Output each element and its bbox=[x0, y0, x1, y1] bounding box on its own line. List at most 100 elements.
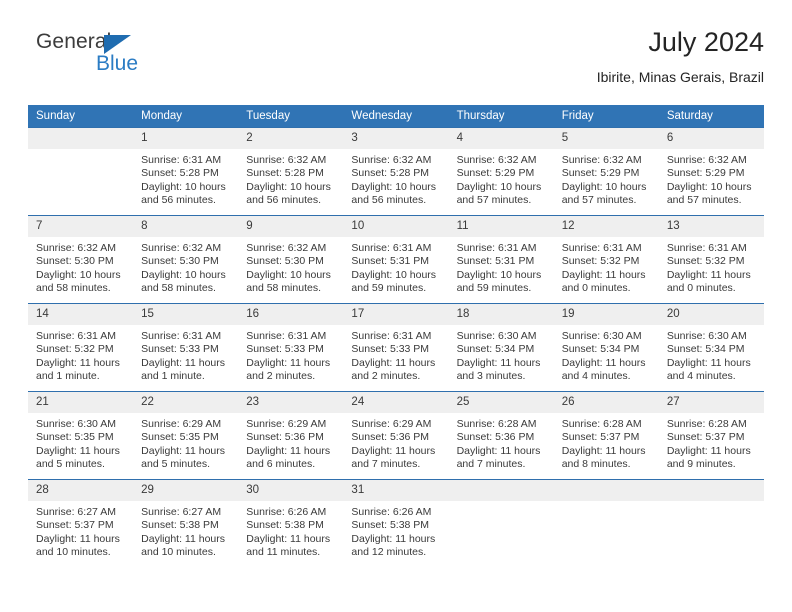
calendar-day-cell[interactable]: 16 Sunrise: 6:31 AM Sunset: 5:33 PM Dayligh… bbox=[238, 303, 344, 392]
day-number: 8 bbox=[133, 216, 239, 237]
daylight-duration-line1: Daylight: 11 hours bbox=[36, 532, 120, 545]
day-number bbox=[28, 128, 134, 149]
calendar-day-cell[interactable]: 3 Sunrise: 6:32 AM Sunset: 5:28 PM Daylight… bbox=[343, 127, 449, 216]
day-details: Sunrise: 6:30 AM Sunset: 5:34 PM Daylight:… bbox=[449, 325, 554, 384]
sunrise-time: Sunrise: 6:29 AM bbox=[246, 418, 327, 430]
day-details: Sunrise: 6:28 AM Sunset: 5:37 PM Daylight:… bbox=[554, 413, 659, 472]
daylight-duration-line1: Daylight: 10 hours bbox=[456, 180, 542, 193]
calendar-day-cell[interactable]: 30 Sunrise: 6:26 AM Sunset: 5:38 PM Dayligh… bbox=[238, 479, 344, 567]
calendar-day-cell[interactable]: 20 Sunrise: 6:30 AM Sunset: 5:34 PM Dayligh… bbox=[658, 303, 764, 392]
calendar-day-cell[interactable]: 8 Sunrise: 6:32 AM Sunset: 5:30 PM Daylight… bbox=[133, 215, 239, 304]
calendar-day-cell[interactable]: 5 Sunrise: 6:32 AM Sunset: 5:29 PM Daylight… bbox=[553, 127, 659, 216]
calendar-day-cell[interactable]: 1 Sunrise: 6:31 AM Sunset: 5:28 PM Daylight… bbox=[133, 127, 239, 216]
calendar-week-row: 14 Sunrise: 6:31 AM Sunset: 5:32 PM Dayligh… bbox=[28, 303, 764, 392]
day-details: Sunrise: 6:29 AM Sunset: 5:36 PM Daylight:… bbox=[238, 413, 343, 472]
day-details: Sunrise: 6:28 AM Sunset: 5:36 PM Daylight:… bbox=[449, 413, 554, 472]
sunset-time: Sunset: 5:37 PM bbox=[666, 431, 745, 444]
calendar-day-cell[interactable]: 2 Sunrise: 6:32 AM Sunset: 5:28 PM Daylight… bbox=[238, 127, 344, 216]
day-number: 1 bbox=[133, 128, 239, 149]
calendar-day-cell[interactable]: 9 Sunrise: 6:32 AM Sunset: 5:30 PM Daylight… bbox=[238, 215, 344, 304]
day-details: Sunrise: 6:31 AM Sunset: 5:32 PM Daylight:… bbox=[659, 237, 764, 296]
calendar-day-cell[interactable]: 12 Sunrise: 6:31 AM Sunset: 5:32 PM Dayligh… bbox=[553, 215, 659, 304]
calendar-day-cell[interactable]: 15 Sunrise: 6:31 AM Sunset: 5:33 PM Dayligh… bbox=[133, 303, 239, 392]
day-number: 22 bbox=[133, 392, 239, 413]
weekday-header-tuesday: Tuesday bbox=[238, 105, 344, 128]
daylight-duration-line2: and 56 minutes. bbox=[141, 194, 216, 207]
day-details: Sunrise: 6:31 AM Sunset: 5:32 PM Daylight:… bbox=[554, 237, 659, 296]
sunset-time: Sunset: 5:36 PM bbox=[351, 431, 430, 444]
calendar-day-cell[interactable]: 21 Sunrise: 6:30 AM Sunset: 5:35 PM Dayligh… bbox=[28, 391, 134, 480]
day-details: Sunrise: 6:31 AM Sunset: 5:33 PM Daylight:… bbox=[343, 325, 448, 384]
daylight-duration-line2: and 6 minutes. bbox=[246, 458, 316, 471]
sunrise-time: Sunrise: 6:31 AM bbox=[351, 242, 432, 254]
daylight-duration-line1: Daylight: 11 hours bbox=[246, 444, 331, 457]
daylight-duration-line1: Daylight: 11 hours bbox=[666, 268, 751, 281]
daylight-duration-line2: and 1 minute. bbox=[141, 370, 205, 383]
calendar-day-cell[interactable]: 19 Sunrise: 6:30 AM Sunset: 5:34 PM Dayligh… bbox=[553, 303, 659, 392]
sunrise-time: Sunrise: 6:32 AM bbox=[141, 242, 222, 254]
calendar-day-cell[interactable]: 26 Sunrise: 6:28 AM Sunset: 5:37 PM Dayligh… bbox=[553, 391, 659, 480]
calendar-week-row: 21 Sunrise: 6:30 AM Sunset: 5:35 PM Dayligh… bbox=[28, 391, 764, 480]
calendar-day-cell[interactable]: 11 Sunrise: 6:31 AM Sunset: 5:31 PM Dayligh… bbox=[448, 215, 554, 304]
daylight-duration-line2: and 59 minutes. bbox=[351, 282, 427, 295]
weekday-header-saturday: Saturday bbox=[658, 105, 764, 128]
day-number: 3 bbox=[343, 128, 449, 149]
calendar-day-cell[interactable]: 18 Sunrise: 6:30 AM Sunset: 5:34 PM Dayligh… bbox=[448, 303, 554, 392]
daylight-duration-line2: and 7 minutes. bbox=[456, 458, 526, 471]
daylight-duration-line2: and 9 minutes. bbox=[666, 458, 736, 471]
sunset-time: Sunset: 5:38 PM bbox=[246, 519, 324, 532]
calendar-day-cell[interactable]: 28 Sunrise: 6:27 AM Sunset: 5:37 PM Dayligh… bbox=[28, 479, 134, 567]
sunrise-time: Sunrise: 6:30 AM bbox=[561, 330, 642, 342]
calendar-day-cell[interactable]: 25 Sunrise: 6:28 AM Sunset: 5:36 PM Dayligh… bbox=[448, 391, 554, 480]
day-details: Sunrise: 6:29 AM Sunset: 5:36 PM Daylight:… bbox=[343, 413, 448, 472]
daylight-duration-line1: Daylight: 11 hours bbox=[351, 356, 436, 369]
daylight-duration-line2: and 58 minutes. bbox=[246, 282, 321, 295]
sunrise-time: Sunrise: 6:32 AM bbox=[246, 242, 327, 254]
day-details: Sunrise: 6:27 AM Sunset: 5:37 PM Daylight:… bbox=[28, 501, 133, 560]
calendar-day-cell[interactable]: 6 Sunrise: 6:32 AM Sunset: 5:29 PM Daylight… bbox=[658, 127, 764, 216]
sunset-time: Sunset: 5:33 PM bbox=[246, 343, 324, 356]
calendar-day-cell[interactable]: 22 Sunrise: 6:29 AM Sunset: 5:35 PM Dayligh… bbox=[133, 391, 239, 480]
daylight-duration-line2: and 57 minutes. bbox=[561, 194, 637, 207]
day-details: Sunrise: 6:31 AM Sunset: 5:33 PM Daylight:… bbox=[238, 325, 343, 384]
calendar-day-cell[interactable]: 31 Sunrise: 6:26 AM Sunset: 5:38 PM Dayligh… bbox=[343, 479, 449, 567]
day-details: Sunrise: 6:31 AM Sunset: 5:33 PM Daylight:… bbox=[133, 325, 238, 384]
daylight-duration-line1: Daylight: 11 hours bbox=[36, 444, 120, 457]
daylight-duration-line1: Daylight: 11 hours bbox=[246, 356, 331, 369]
sunrise-time: Sunrise: 6:28 AM bbox=[456, 418, 537, 430]
calendar-day-cell[interactable]: 14 Sunrise: 6:31 AM Sunset: 5:32 PM Dayligh… bbox=[28, 303, 134, 392]
sunset-time: Sunset: 5:30 PM bbox=[141, 255, 219, 268]
sunrise-time: Sunrise: 6:31 AM bbox=[351, 330, 432, 342]
calendar-day-cell[interactable]: 24 Sunrise: 6:29 AM Sunset: 5:36 PM Dayligh… bbox=[343, 391, 449, 480]
day-details: Sunrise: 6:30 AM Sunset: 5:34 PM Daylight:… bbox=[554, 325, 659, 384]
sunset-time: Sunset: 5:38 PM bbox=[351, 519, 430, 532]
sunset-time: Sunset: 5:30 PM bbox=[246, 255, 324, 268]
sunrise-time: Sunrise: 6:28 AM bbox=[561, 418, 642, 430]
page-title: July 2024 bbox=[648, 27, 764, 57]
generalblue-logo: General Blue bbox=[36, 30, 236, 86]
sunrise-time: Sunrise: 6:31 AM bbox=[666, 242, 747, 254]
weekday-header-friday: Friday bbox=[553, 105, 659, 128]
day-number: 9 bbox=[238, 216, 344, 237]
daylight-duration-line1: Daylight: 10 hours bbox=[351, 268, 437, 281]
calendar-day-cell[interactable]: 23 Sunrise: 6:29 AM Sunset: 5:36 PM Dayligh… bbox=[238, 391, 344, 480]
daylight-duration-line2: and 56 minutes. bbox=[246, 194, 321, 207]
calendar-day-cell[interactable]: 7 Sunrise: 6:32 AM Sunset: 5:30 PM Daylight… bbox=[28, 215, 134, 304]
calendar-day-cell[interactable]: 17 Sunrise: 6:31 AM Sunset: 5:33 PM Dayligh… bbox=[343, 303, 449, 392]
daylight-duration-line1: Daylight: 11 hours bbox=[351, 532, 436, 545]
calendar-day-cell[interactable]: 29 Sunrise: 6:27 AM Sunset: 5:38 PM Dayligh… bbox=[133, 479, 239, 567]
calendar-day-cell[interactable]: 13 Sunrise: 6:31 AM Sunset: 5:32 PM Dayligh… bbox=[658, 215, 764, 304]
calendar-day-cell[interactable]: 27 Sunrise: 6:28 AM Sunset: 5:37 PM Dayligh… bbox=[658, 391, 764, 480]
sunrise-time: Sunrise: 6:31 AM bbox=[141, 330, 222, 342]
sunrise-time: Sunrise: 6:30 AM bbox=[36, 418, 116, 430]
daylight-duration-line1: Daylight: 11 hours bbox=[141, 356, 225, 369]
daylight-duration-line2: and 8 minutes. bbox=[561, 458, 631, 471]
calendar-day-cell[interactable]: 4 Sunrise: 6:32 AM Sunset: 5:29 PM Daylight… bbox=[448, 127, 554, 216]
day-details: Sunrise: 6:32 AM Sunset: 5:28 PM Daylight:… bbox=[238, 149, 343, 208]
calendar-day-cell-empty bbox=[658, 479, 764, 567]
sunrise-time: Sunrise: 6:31 AM bbox=[36, 330, 116, 342]
sunset-time: Sunset: 5:34 PM bbox=[561, 343, 640, 356]
sunset-time: Sunset: 5:31 PM bbox=[456, 255, 535, 268]
daylight-duration-line2: and 5 minutes. bbox=[36, 458, 105, 471]
calendar-day-cell[interactable]: 10 Sunrise: 6:31 AM Sunset: 5:31 PM Dayligh… bbox=[343, 215, 449, 304]
